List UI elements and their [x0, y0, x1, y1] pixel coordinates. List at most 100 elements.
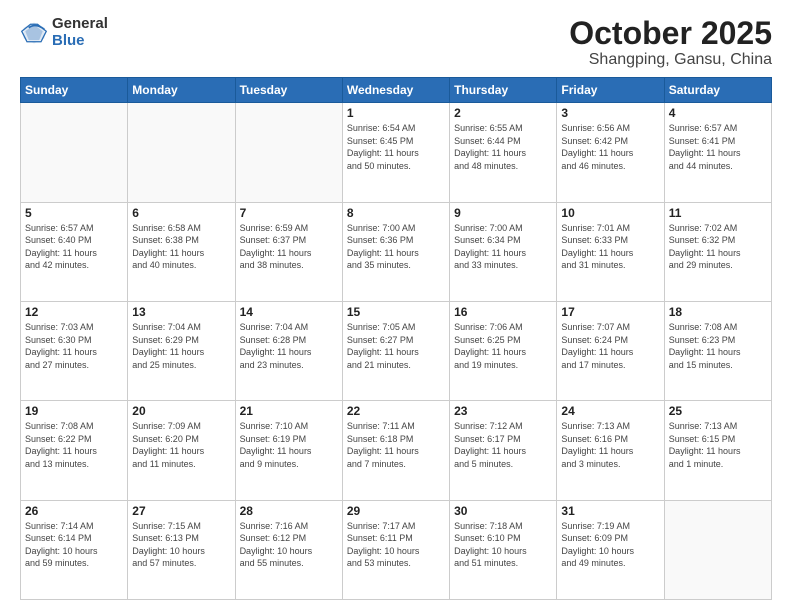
calendar-week-row: 26Sunrise: 7:14 AM Sunset: 6:14 PM Dayli…: [21, 500, 772, 599]
calendar-week-row: 5Sunrise: 6:57 AM Sunset: 6:40 PM Daylig…: [21, 202, 772, 301]
table-row: 29 Sunrise: 7:17 AM Sunset: 6:11 PM Dayli…: [342, 500, 449, 599]
table-row: 20 Sunrise: 7:09 AM Sunset: 6:20 PM Dayli…: [128, 401, 235, 500]
table-row: 25 Sunrise: 7:13 AM Sunset: 6:15 PM Dayli…: [664, 401, 771, 500]
day-info: Sunrise: 7:09 AM Sunset: 6:20 PM Dayligh…: [132, 420, 230, 470]
day-number: 8: [347, 206, 445, 220]
day-number: 14: [240, 305, 338, 319]
day-info: Sunrise: 7:05 AM Sunset: 6:27 PM Dayligh…: [347, 321, 445, 371]
day-number: 23: [454, 404, 552, 418]
table-row: 28Sunrise: 7:16 AM Sunset: 6:12 PM Dayli…: [235, 500, 342, 599]
day-info: Sunrise: 7:12 AM Sunset: 6:17 PM Dayligh…: [454, 420, 552, 470]
day-number: 1: [347, 106, 445, 120]
day-number: 12: [25, 305, 123, 319]
header-saturday: Saturday: [664, 78, 771, 103]
table-row: 6 Sunrise: 6:58 AM Sunset: 6:38 PM Daylig…: [128, 202, 235, 301]
table-row: 15 Sunrise: 7:05 AM Sunset: 6:27 PM Dayli…: [342, 301, 449, 400]
day-number: 25: [669, 404, 767, 418]
day-number: 29: [347, 504, 445, 518]
day-info: Sunrise: 7:02 AM Sunset: 6:32 PM Dayligh…: [669, 222, 767, 272]
day-info: Sunrise: 7:17 AM Sunset: 6:11 PM Dayligh…: [347, 520, 445, 570]
logo-general-label: General: [52, 16, 108, 33]
table-row: 4 Sunrise: 6:57 AM Sunset: 6:41 PM Daylig…: [664, 103, 771, 202]
table-row: 11Sunrise: 7:02 AM Sunset: 6:32 PM Dayli…: [664, 202, 771, 301]
header-friday: Friday: [557, 78, 664, 103]
day-number: 27: [132, 504, 230, 518]
table-row: 23 Sunrise: 7:12 AM Sunset: 6:17 PM Dayli…: [450, 401, 557, 500]
day-number: 30: [454, 504, 552, 518]
day-number: 18: [669, 305, 767, 319]
header-sunday: Sunday: [21, 78, 128, 103]
day-number: 7: [240, 206, 338, 220]
day-info: Sunrise: 7:13 AM Sunset: 6:15 PM Dayligh…: [669, 420, 767, 470]
table-row: 9Sunrise: 7:00 AM Sunset: 6:34 PM Daylig…: [450, 202, 557, 301]
day-number: 31: [561, 504, 659, 518]
header-monday: Monday: [128, 78, 235, 103]
table-row: 1 Sunrise: 6:54 AM Sunset: 6:45 PM Daylig…: [342, 103, 449, 202]
title-location: Shangping, Gansu, China: [569, 51, 772, 69]
day-info: Sunrise: 6:55 AM Sunset: 6:44 PM Dayligh…: [454, 122, 552, 172]
day-number: 24: [561, 404, 659, 418]
day-number: 15: [347, 305, 445, 319]
table-row: 27Sunrise: 7:15 AM Sunset: 6:13 PM Dayli…: [128, 500, 235, 599]
table-row: 12 Sunrise: 7:03 AM Sunset: 6:30 PM Dayli…: [21, 301, 128, 400]
day-number: 19: [25, 404, 123, 418]
header-tuesday: Tuesday: [235, 78, 342, 103]
logo: General Blue: [20, 16, 108, 49]
day-info: Sunrise: 7:03 AM Sunset: 6:30 PM Dayligh…: [25, 321, 123, 371]
table-row: [235, 103, 342, 202]
table-row: 30 Sunrise: 7:18 AM Sunset: 6:10 PM Dayli…: [450, 500, 557, 599]
day-info: Sunrise: 6:57 AM Sunset: 6:40 PM Dayligh…: [25, 222, 123, 272]
page: General Blue October 2025 Shangping, Gan…: [0, 0, 792, 612]
table-row: 24 Sunrise: 7:13 AM Sunset: 6:16 PM Dayli…: [557, 401, 664, 500]
table-row: 21Sunrise: 7:10 AM Sunset: 6:19 PM Dayli…: [235, 401, 342, 500]
day-number: 17: [561, 305, 659, 319]
logo-blue-label: Blue: [52, 33, 108, 50]
day-info: Sunrise: 7:18 AM Sunset: 6:10 PM Dayligh…: [454, 520, 552, 570]
table-row: 2 Sunrise: 6:55 AM Sunset: 6:44 PM Daylig…: [450, 103, 557, 202]
day-info: Sunrise: 7:19 AM Sunset: 6:09 PM Dayligh…: [561, 520, 659, 570]
day-info: Sunrise: 7:06 AM Sunset: 6:25 PM Dayligh…: [454, 321, 552, 371]
table-row: 17Sunrise: 7:07 AM Sunset: 6:24 PM Dayli…: [557, 301, 664, 400]
calendar-week-row: 12 Sunrise: 7:03 AM Sunset: 6:30 PM Dayli…: [21, 301, 772, 400]
table-row: 31 Sunrise: 7:19 AM Sunset: 6:09 PM Dayli…: [557, 500, 664, 599]
day-info: Sunrise: 7:08 AM Sunset: 6:22 PM Dayligh…: [25, 420, 123, 470]
table-row: [21, 103, 128, 202]
calendar-week-row: 19 Sunrise: 7:08 AM Sunset: 6:22 PM Dayli…: [21, 401, 772, 500]
title-month: October 2025: [569, 16, 772, 51]
day-info: Sunrise: 7:08 AM Sunset: 6:23 PM Dayligh…: [669, 321, 767, 371]
day-number: 6: [132, 206, 230, 220]
day-number: 2: [454, 106, 552, 120]
day-info: Sunrise: 7:10 AM Sunset: 6:19 PM Dayligh…: [240, 420, 338, 470]
day-info: Sunrise: 7:04 AM Sunset: 6:29 PM Dayligh…: [132, 321, 230, 371]
table-row: 26Sunrise: 7:14 AM Sunset: 6:14 PM Dayli…: [21, 500, 128, 599]
table-row: 10Sunrise: 7:01 AM Sunset: 6:33 PM Dayli…: [557, 202, 664, 301]
day-info: Sunrise: 6:54 AM Sunset: 6:45 PM Dayligh…: [347, 122, 445, 172]
calendar-header-row: Sunday Monday Tuesday Wednesday Thursday…: [21, 78, 772, 103]
calendar-week-row: 1 Sunrise: 6:54 AM Sunset: 6:45 PM Daylig…: [21, 103, 772, 202]
day-number: 3: [561, 106, 659, 120]
day-number: 13: [132, 305, 230, 319]
table-row: [128, 103, 235, 202]
table-row: 5Sunrise: 6:57 AM Sunset: 6:40 PM Daylig…: [21, 202, 128, 301]
table-row: 19 Sunrise: 7:08 AM Sunset: 6:22 PM Dayli…: [21, 401, 128, 500]
day-info: Sunrise: 6:57 AM Sunset: 6:41 PM Dayligh…: [669, 122, 767, 172]
day-number: 20: [132, 404, 230, 418]
table-row: 16Sunrise: 7:06 AM Sunset: 6:25 PM Dayli…: [450, 301, 557, 400]
header: General Blue October 2025 Shangping, Gan…: [20, 16, 772, 69]
logo-icon: [20, 19, 48, 47]
day-info: Sunrise: 7:14 AM Sunset: 6:14 PM Dayligh…: [25, 520, 123, 570]
table-row: 7Sunrise: 6:59 AM Sunset: 6:37 PM Daylig…: [235, 202, 342, 301]
table-row: 13 Sunrise: 7:04 AM Sunset: 6:29 PM Dayli…: [128, 301, 235, 400]
day-number: 4: [669, 106, 767, 120]
day-info: Sunrise: 7:01 AM Sunset: 6:33 PM Dayligh…: [561, 222, 659, 272]
day-info: Sunrise: 7:04 AM Sunset: 6:28 PM Dayligh…: [240, 321, 338, 371]
day-info: Sunrise: 7:13 AM Sunset: 6:16 PM Dayligh…: [561, 420, 659, 470]
day-number: 28: [240, 504, 338, 518]
day-info: Sunrise: 7:11 AM Sunset: 6:18 PM Dayligh…: [347, 420, 445, 470]
day-info: Sunrise: 7:00 AM Sunset: 6:34 PM Dayligh…: [454, 222, 552, 272]
table-row: 14 Sunrise: 7:04 AM Sunset: 6:28 PM Dayli…: [235, 301, 342, 400]
table-row: 18 Sunrise: 7:08 AM Sunset: 6:23 PM Dayli…: [664, 301, 771, 400]
header-thursday: Thursday: [450, 78, 557, 103]
day-info: Sunrise: 6:58 AM Sunset: 6:38 PM Dayligh…: [132, 222, 230, 272]
table-row: 8Sunrise: 7:00 AM Sunset: 6:36 PM Daylig…: [342, 202, 449, 301]
